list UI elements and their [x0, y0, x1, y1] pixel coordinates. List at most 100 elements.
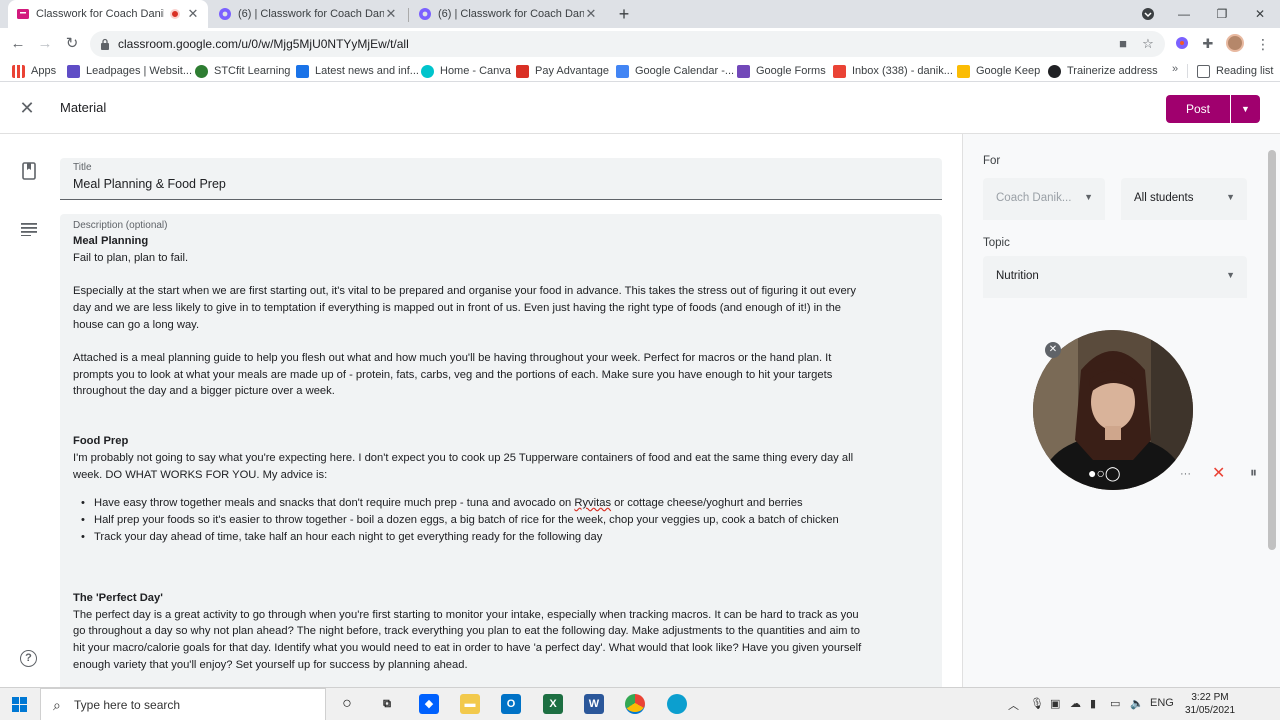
url-text: classroom.google.com/u/0/w/Mjg5MjU0NTYyM… [118, 37, 409, 51]
gear-favicon-icon [418, 7, 432, 21]
bookmark-pay-advantage[interactable]: Pay Advantage [516, 63, 609, 79]
back-icon[interactable]: ← [8, 34, 28, 54]
tray-mic-icon[interactable]: ▮ [1090, 697, 1096, 710]
tab-search-icon[interactable] [1128, 0, 1168, 28]
excel-icon[interactable]: X [543, 694, 563, 714]
classroom-favicon-icon [16, 7, 30, 21]
bookmark-label: Leadpages | Websit... [86, 65, 192, 77]
chrome-menu-icon[interactable]: ⋮ [1256, 36, 1270, 53]
title-input[interactable]: Title Meal Planning & Food Prep [60, 158, 942, 200]
volume-icon[interactable]: 🔈 [1130, 697, 1144, 710]
forward-icon[interactable]: → [35, 34, 55, 54]
word-icon[interactable]: W [584, 694, 604, 714]
camera-icon[interactable]: ■ [1115, 36, 1131, 52]
tray-chevron-icon[interactable]: ︿ [1008, 697, 1019, 713]
tab-classwork-3[interactable]: (6) | Classwork for Coach Danika ✕ [410, 0, 606, 28]
outlook-icon[interactable]: O [501, 694, 521, 714]
taskbar-search-placeholder: Type here to search [74, 698, 181, 712]
bookmark-label: Google Keep [976, 65, 1041, 77]
microphone-icon[interactable]: 🎙 [1030, 697, 1044, 710]
pause-icon[interactable]: ⏸ [1250, 464, 1257, 481]
desc-line: Fail to plan, plan to fail. [73, 252, 189, 264]
minimize-icon[interactable]: — [1164, 0, 1204, 28]
tab-close-icon[interactable]: ✕ [384, 6, 398, 22]
desc-line: throughout the day and a bigger picture … [73, 385, 335, 397]
topic-select[interactable]: Nutrition ▼ [983, 256, 1247, 298]
bullet-text: or cottage cheese/yoghurt and berries [611, 497, 803, 509]
tab-title: Classwork for Coach Danika [36, 8, 164, 20]
bookmark-keep[interactable]: Google Keep [957, 63, 1040, 79]
clock-time: 3:22 PM [1191, 692, 1229, 703]
close-icon[interactable]: ✕ [18, 99, 36, 117]
tray-app-icon[interactable]: ▣ [1050, 697, 1060, 710]
bookmark-label: Pay Advantage [535, 65, 610, 77]
for-label: For [983, 155, 1001, 167]
pay-advantage-icon [516, 64, 529, 78]
tab-classwork-2[interactable]: (6) | Classwork for Coach Danika ✕ [210, 0, 406, 28]
language-indicator[interactable]: ENG [1150, 697, 1174, 709]
tab-separator [408, 8, 409, 22]
bookmark-gmail[interactable]: Inbox (338) - danik... [833, 63, 953, 79]
bookmarks-overflow-button[interactable]: » [1172, 63, 1178, 75]
desc-line: day and we are less likely to give in to… [73, 302, 842, 314]
bookmark-canva[interactable]: Home - Canva [421, 63, 511, 79]
file-explorer-icon[interactable]: ▬ [460, 694, 480, 714]
address-bar[interactable]: classroom.google.com/u/0/w/Mjg5MjU0NTYyM… [90, 31, 1165, 57]
class-select[interactable]: Coach Danik... ▼ [983, 178, 1105, 220]
bookmark-trainerize[interactable]: Trainerize address [1048, 63, 1158, 79]
scrollbar-thumb[interactable] [1268, 150, 1276, 550]
tab-close-icon[interactable]: ✕ [584, 6, 598, 22]
recording-cancel-icon[interactable]: ✕ [1212, 463, 1225, 483]
reading-list-button[interactable]: Reading list [1197, 63, 1273, 79]
tab-close-icon[interactable]: ✕ [186, 6, 200, 22]
browser-tabstrip: Classwork for Coach Danika ✕ (6) | Class… [0, 0, 1280, 28]
chrome-taskbar-icon[interactable] [625, 694, 645, 714]
search-icon: ⌕ [53, 697, 61, 713]
edge-icon[interactable] [667, 694, 687, 714]
taskbar-search-box[interactable]: ⌕ Type here to search [40, 688, 326, 720]
new-tab-button[interactable]: + [614, 4, 634, 24]
desc-line: enough variety that you'll enjoy? Set yo… [73, 659, 468, 671]
description-label: Description (optional) [73, 220, 168, 231]
post-button[interactable]: Post [1166, 95, 1230, 123]
help-icon[interactable]: ? [20, 650, 37, 667]
webcam-toggle-icon[interactable]: ●○◯ [1088, 465, 1121, 482]
more-icon[interactable]: ··· [1180, 468, 1191, 480]
desc-line: Especially at the start when we are firs… [73, 285, 856, 297]
extension-icon[interactable] [1174, 36, 1190, 52]
windows-start-icon[interactable] [12, 697, 28, 718]
bookmark-stcfit[interactable]: STCfit Learning [195, 63, 290, 79]
task-view-icon[interactable]: ⧉ [377, 694, 397, 714]
desc-line: Attached is a meal planning guide to hel… [73, 352, 832, 364]
bookmark-star-icon[interactable]: ☆ [1140, 36, 1156, 52]
profile-avatar[interactable] [1226, 34, 1244, 52]
clock-date: 31/05/2021 [1184, 705, 1236, 716]
maximize-icon[interactable]: ❐ [1202, 0, 1242, 28]
onedrive-icon[interactable]: ☁ [1070, 697, 1081, 710]
bookmark-leadpages[interactable]: Leadpages | Websit... [67, 63, 192, 79]
bookmark-news[interactable]: Latest news and inf... [296, 63, 419, 79]
bookmark-label: Latest news and inf... [315, 65, 419, 77]
title-value: Meal Planning & Food Prep [73, 177, 226, 191]
bookmark-apps[interactable]: Apps [12, 63, 56, 79]
cortana-icon[interactable]: ○ [337, 694, 357, 714]
students-select-value: All students [1134, 192, 1194, 204]
window-close-icon[interactable]: ✕ [1240, 0, 1280, 28]
bullet-item: Have easy throw together meals and snack… [81, 497, 803, 509]
bookmark-forms[interactable]: Google Forms [737, 63, 826, 79]
webcam-close-icon[interactable]: ✕ [1045, 342, 1061, 358]
dropbox-icon[interactable]: ◆ [419, 694, 439, 714]
tab-classwork-active[interactable]: Classwork for Coach Danika ✕ [8, 0, 208, 28]
students-select[interactable]: All students ▼ [1121, 178, 1247, 220]
extensions-puzzle-icon[interactable]: ✚ [1200, 36, 1216, 52]
bookmarks-divider [1187, 64, 1188, 78]
browser-toolbar: ← → ↻ classroom.google.com/u/0/w/Mjg5MjU… [0, 28, 1280, 60]
windows-taskbar: ⌕ Type here to search ○ ⧉ ◆ ▬ O X W ︿ 🎙 … [0, 687, 1280, 720]
bookmark-calendar[interactable]: Google Calendar -... [616, 63, 734, 79]
bullet-text: Have easy throw together meals and snack… [94, 497, 575, 509]
battery-icon[interactable]: ▭ [1110, 697, 1120, 710]
description-input[interactable]: Description (optional) Meal Planning Fai… [60, 214, 942, 694]
post-options-dropdown[interactable]: ▼ [1231, 95, 1260, 123]
reload-icon[interactable]: ↻ [62, 34, 82, 54]
system-clock[interactable]: 3:22 PM 31/05/2021 [1180, 691, 1240, 717]
